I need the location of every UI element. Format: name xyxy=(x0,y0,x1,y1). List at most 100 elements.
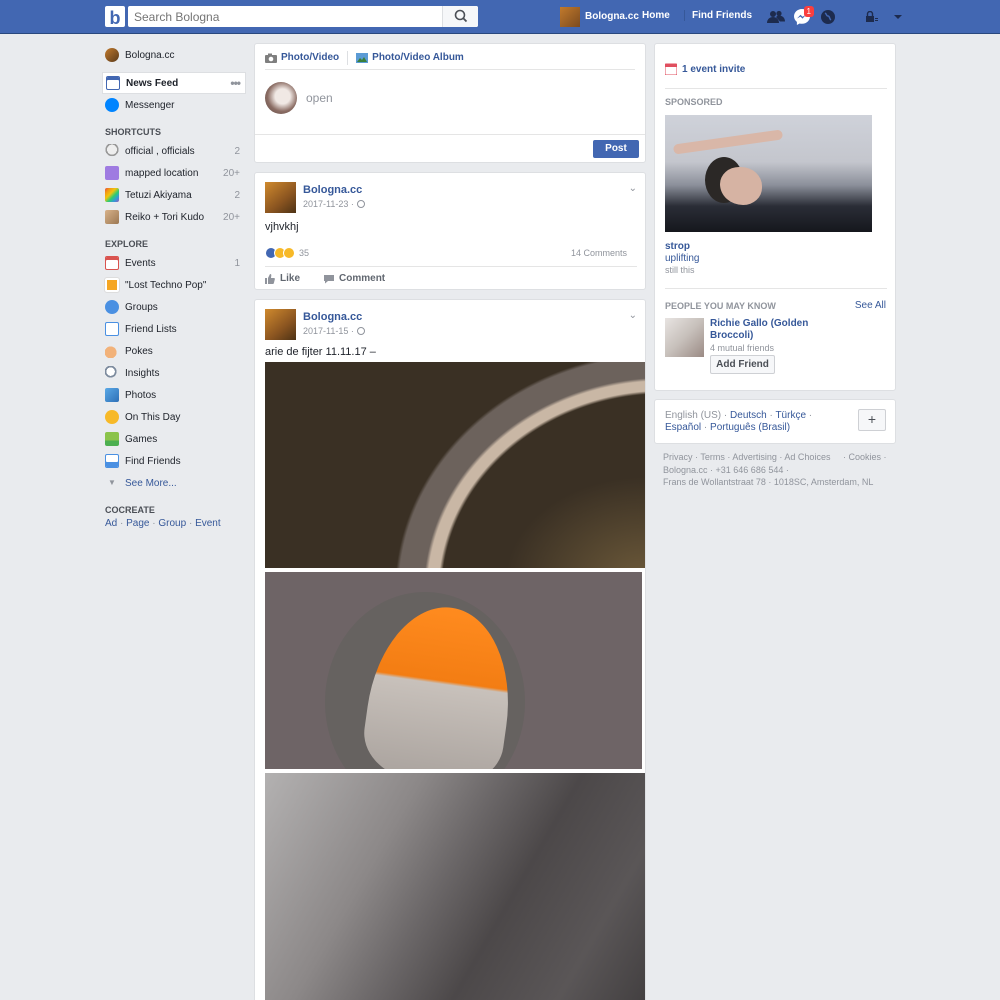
news-feed-icon xyxy=(106,76,120,90)
language-card: English (US) · Deutsch · Türkçe · Españo… xyxy=(654,399,896,444)
footer-link[interactable]: Privacy xyxy=(663,452,693,462)
avatar[interactable] xyxy=(265,309,296,340)
nav-icon-group: 1 xyxy=(766,5,908,27)
sidebar-item-shortcut[interactable]: official , officials 2 xyxy=(102,140,246,162)
sidebar-item-games[interactable]: Games xyxy=(102,428,246,450)
cocreate-ad-link[interactable]: Ad xyxy=(105,518,117,529)
sidebar-item-shortcut[interactable]: Tetuzi Akiyama 2 xyxy=(102,184,246,206)
chevron-down-icon[interactable]: ⌄ xyxy=(629,183,637,194)
footer-link[interactable]: Advertising xyxy=(732,452,777,462)
composer-body[interactable]: open xyxy=(255,70,645,126)
post-photo[interactable] xyxy=(265,773,645,1000)
divider xyxy=(347,50,349,65)
messages-badge: 1 xyxy=(803,5,814,17)
sidebar-item-friend-lists[interactable]: Friend Lists xyxy=(102,318,246,340)
sidebar-item-shortcut[interactable]: mapped location 20+ xyxy=(102,162,246,184)
group-avatar-icon xyxy=(105,210,119,224)
footer-link[interactable]: Cookies xyxy=(848,452,881,462)
language-link[interactable]: Deutsch xyxy=(730,410,767,421)
footer-link[interactable]: Ad Choices xyxy=(784,452,830,462)
haha-reaction-icon xyxy=(283,247,295,259)
sidebar-item-shortcut[interactable]: Reiko + Tori Kudo 20+ xyxy=(102,206,246,228)
messages-icon[interactable]: 1 xyxy=(792,5,814,27)
sidebar-item-find-friends[interactable]: Find Friends xyxy=(102,450,246,472)
like-button[interactable]: Like xyxy=(265,273,300,284)
shortcut-count: 2 xyxy=(234,189,240,201)
nav-profile-name: Bologna.cc xyxy=(585,11,639,22)
pymk-avatar[interactable] xyxy=(665,318,704,357)
ad-subtitle[interactable]: uplifting xyxy=(665,253,699,264)
camera-icon xyxy=(265,53,277,63)
more-options-icon[interactable]: ••• xyxy=(230,76,241,90)
cocreate-group-link[interactable]: Group xyxy=(158,518,186,529)
nav-find-friends-link[interactable]: Find Friends xyxy=(684,10,752,21)
avatar[interactable] xyxy=(265,182,296,213)
sidebar-item-groups[interactable]: Groups xyxy=(102,296,246,318)
post-photo[interactable] xyxy=(265,362,645,568)
search-input[interactable] xyxy=(128,6,438,27)
sidebar-item-messenger[interactable]: Messenger xyxy=(102,94,246,116)
sidebar-item-label: Photos xyxy=(125,389,157,401)
logo[interactable]: b xyxy=(105,6,125,28)
notifications-globe-icon[interactable] xyxy=(818,7,838,27)
sidebar-item-label: Events xyxy=(125,257,156,269)
sidebar-item-events[interactable]: Events 1 xyxy=(102,252,246,274)
footer-link[interactable]: Terms xyxy=(700,452,725,462)
avatar xyxy=(265,82,297,114)
sidebar-item-photos[interactable]: Photos xyxy=(102,384,246,406)
comment-button[interactable]: Comment xyxy=(324,273,385,284)
nav-home-link[interactable]: Home xyxy=(642,10,670,21)
post-author[interactable]: Bologna.cc xyxy=(303,311,365,323)
post-photo[interactable] xyxy=(265,572,642,769)
comments-count-link[interactable]: 14 Comments xyxy=(571,248,627,258)
reactions-bar[interactable]: 35 14 Comments xyxy=(265,246,635,260)
quick-help-lock-icon[interactable] xyxy=(862,7,882,27)
post-button[interactable]: Post xyxy=(593,140,639,158)
cocreate-page-link[interactable]: Page xyxy=(126,518,149,529)
globe-icon xyxy=(356,327,365,335)
see-more-link[interactable]: ▼ See More... xyxy=(102,472,246,494)
post-author[interactable]: Bologna.cc xyxy=(303,184,365,196)
rainbow-icon xyxy=(105,188,119,202)
sidebar-item-label: Games xyxy=(125,433,158,445)
sidebar-item-profile[interactable]: Bologna.cc xyxy=(102,44,246,66)
sidebar-item-on-this-day[interactable]: On This Day xyxy=(102,406,246,428)
sidebar-item-news-feed[interactable]: News Feed ••• xyxy=(102,72,246,94)
chevron-down-icon: ▼ xyxy=(108,478,116,487)
nav-profile-link[interactable]: Bologna.cc xyxy=(560,6,639,27)
search-button[interactable] xyxy=(442,6,478,27)
composer-footer: Post xyxy=(255,134,645,162)
tab-photo-video[interactable]: Photo/Video xyxy=(265,52,347,63)
cocreate-heading: Cocreate xyxy=(105,505,155,515)
post-text: vjhvkhj xyxy=(265,221,299,233)
sponsored-ad-image[interactable] xyxy=(665,115,872,232)
post-date[interactable]: 2017-11-23 xyxy=(303,199,348,209)
explore-heading: Explore xyxy=(105,239,149,249)
composer-input[interactable]: open xyxy=(306,91,333,105)
chevron-down-icon[interactable]: ⌄ xyxy=(629,310,637,321)
post-composer: Photo/Video Photo/Video Album open Post xyxy=(254,43,646,163)
pymk-name[interactable]: Richie Gallo (Golden Broccoli) xyxy=(710,318,820,342)
ad-title[interactable]: strop xyxy=(665,241,690,252)
cocreate-event-link[interactable]: Event xyxy=(195,518,221,529)
sidebar-item-insights[interactable]: Insights xyxy=(102,362,246,384)
language-link[interactable]: Português (Brasil) xyxy=(710,422,790,433)
pymk-mutual-friends[interactable]: 4 mutual friends xyxy=(710,343,774,353)
sidebar-item-pokes[interactable]: Pokes xyxy=(102,340,246,362)
add-language-button[interactable]: + xyxy=(858,409,886,431)
friend-requests-icon[interactable] xyxy=(766,7,786,27)
add-friend-button[interactable]: Add Friend xyxy=(710,355,775,374)
photos-icon xyxy=(105,388,119,402)
shortcut-count: 2 xyxy=(234,145,240,157)
language-link[interactable]: Español xyxy=(665,422,701,433)
sidebar-item-label: Friend Lists xyxy=(125,323,177,335)
tab-photo-video-album[interactable]: Photo/Video Album xyxy=(356,52,472,63)
post-date[interactable]: 2017-11-15 xyxy=(303,326,348,336)
see-all-link[interactable]: See All xyxy=(855,300,886,311)
sidebar-item-page[interactable]: "Lost Techno Pop" xyxy=(102,274,246,296)
composer-tabs: Photo/Video Photo/Video Album xyxy=(265,44,635,70)
event-invite-link[interactable]: 1 event invite xyxy=(665,63,745,75)
account-menu-chevron-icon[interactable] xyxy=(888,7,908,27)
shortcut-count: 20+ xyxy=(223,211,240,223)
language-link[interactable]: Türkçe xyxy=(775,410,806,421)
